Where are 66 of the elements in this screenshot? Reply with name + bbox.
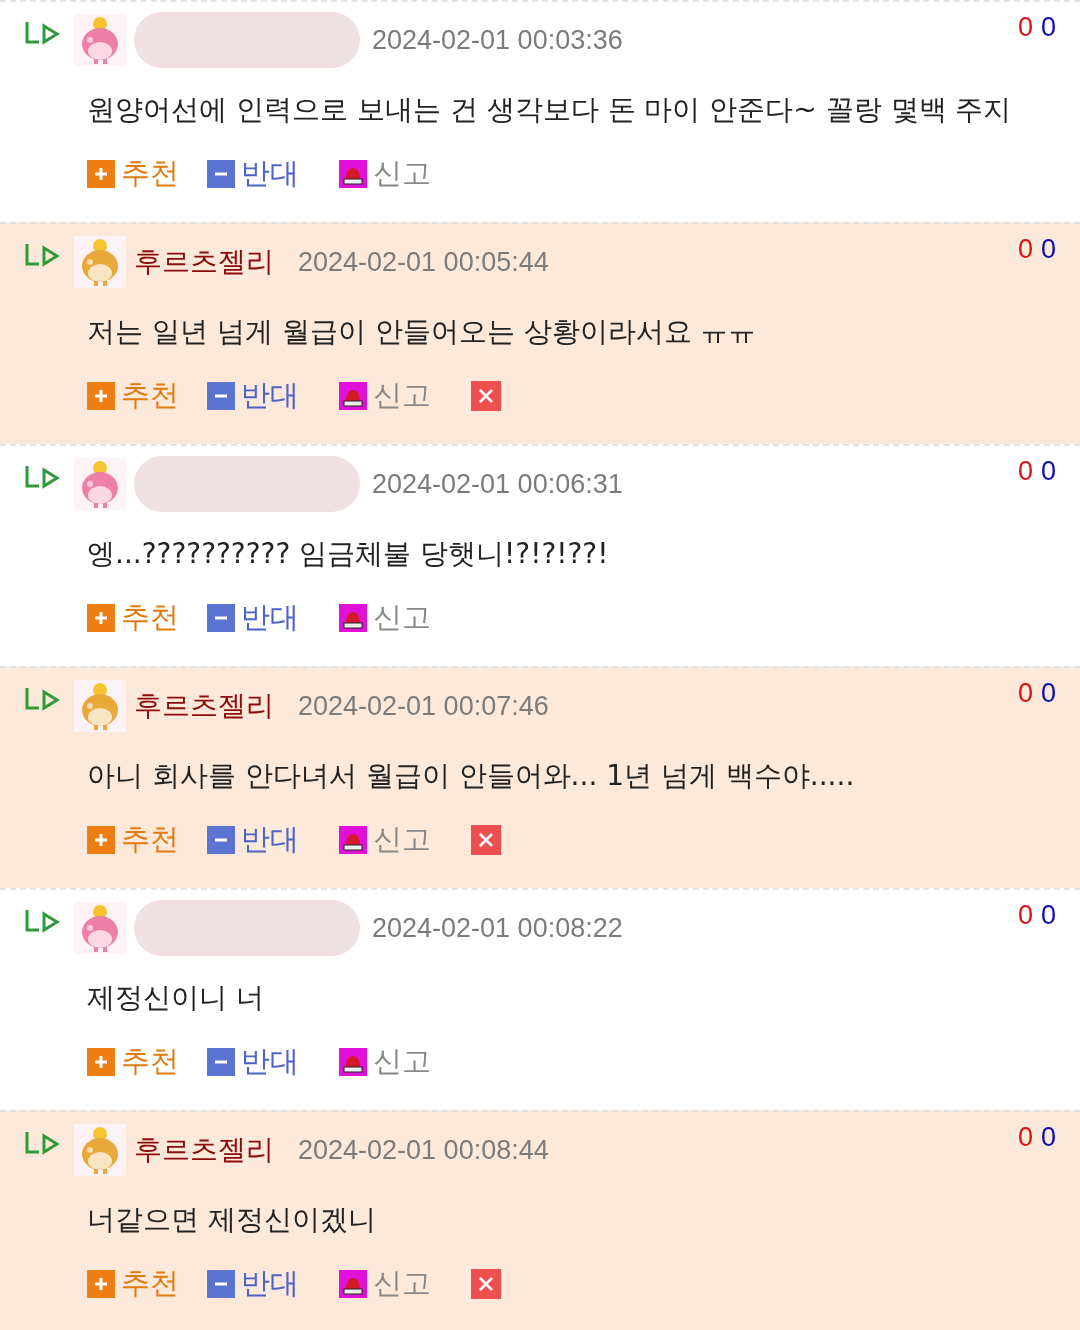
- comment-text: 저는 일년 넘게 월급이 안들어오는 상황이라서요 ㅠㅠ: [87, 314, 758, 350]
- recommend-button[interactable]: 추천: [87, 1264, 179, 1304]
- dislike-count: 0: [1040, 12, 1056, 43]
- report-button[interactable]: 신고: [339, 1264, 431, 1304]
- timestamp: 2024-02-01 00:08:22: [372, 912, 623, 944]
- oppose-button[interactable]: 반대: [207, 1264, 299, 1304]
- timestamp: 2024-02-01 00:03:36: [372, 24, 623, 56]
- oppose-button[interactable]: 반대: [207, 376, 299, 416]
- report-button[interactable]: 신고: [339, 154, 431, 194]
- minus-icon: [207, 826, 235, 854]
- timestamp: 2024-02-01 00:07:46: [298, 690, 549, 722]
- minus-icon: [207, 382, 235, 410]
- recommend-button[interactable]: 추천: [87, 1042, 179, 1082]
- delete-icon[interactable]: [471, 381, 501, 411]
- comment-text: 너같으면 제정신이겠니: [87, 1202, 377, 1238]
- siren-icon: [339, 1270, 367, 1298]
- delete-icon[interactable]: [471, 825, 501, 855]
- comment-text: 아니 회사를 안다녀서 월급이 안들어와... 1년 넘게 백수야.....: [87, 758, 856, 794]
- siren-icon: [339, 1048, 367, 1076]
- comment-text: 제정신이니 너: [87, 980, 265, 1016]
- plus-icon: [87, 382, 115, 410]
- oppose-button[interactable]: 반대: [207, 820, 299, 860]
- siren-icon: [339, 826, 367, 854]
- minus-icon: [207, 1270, 235, 1298]
- plus-icon: [87, 160, 115, 188]
- like-count: 0: [1017, 12, 1033, 43]
- minus-icon: [207, 1048, 235, 1076]
- plus-icon: [87, 826, 115, 854]
- timestamp: 2024-02-01 00:06:31: [372, 468, 623, 500]
- comment-text: 원양어선에 인력으로 보내는 건 생각보다 돈 마이 안준다~ 꼴랑 몇백 주지: [87, 92, 1013, 128]
- dislike-count: 0: [1040, 1122, 1056, 1153]
- username[interactable]: 후르츠젤리: [134, 243, 274, 281]
- siren-icon: [339, 382, 367, 410]
- siren-icon: [339, 604, 367, 632]
- oppose-button[interactable]: 반대: [207, 154, 299, 194]
- recommend-button[interactable]: 추천: [87, 820, 179, 860]
- plus-icon: [87, 1270, 115, 1298]
- recommend-button[interactable]: 추천: [87, 598, 179, 638]
- report-button[interactable]: 신고: [339, 820, 431, 860]
- delete-icon[interactable]: [471, 1269, 501, 1299]
- oppose-button[interactable]: 반대: [207, 1042, 299, 1082]
- report-button[interactable]: 신고: [339, 376, 431, 416]
- username[interactable]: 후르츠젤리: [134, 687, 274, 725]
- like-count: 0: [1017, 900, 1033, 931]
- recommend-button[interactable]: 추천: [87, 376, 179, 416]
- like-count: 0: [1017, 234, 1033, 265]
- minus-icon: [207, 604, 235, 632]
- minus-icon: [207, 160, 235, 188]
- username[interactable]: 후르츠젤리: [134, 1131, 274, 1169]
- plus-icon: [87, 604, 115, 632]
- like-count: 0: [1017, 678, 1033, 709]
- comment-text: 엥...?????????? 임금체불 당햇니!?!?!??!: [87, 536, 610, 572]
- like-count: 0: [1017, 1122, 1033, 1153]
- dislike-count: 0: [1040, 234, 1056, 265]
- plus-icon: [87, 1048, 115, 1076]
- recommend-button[interactable]: 추천: [87, 154, 179, 194]
- dislike-count: 0: [1040, 900, 1056, 931]
- siren-icon: [339, 160, 367, 188]
- report-button[interactable]: 신고: [339, 598, 431, 638]
- oppose-button[interactable]: 반대: [207, 598, 299, 638]
- dislike-count: 0: [1040, 456, 1056, 487]
- report-button[interactable]: 신고: [339, 1042, 431, 1082]
- timestamp: 2024-02-01 00:08:44: [298, 1134, 549, 1166]
- dislike-count: 0: [1040, 678, 1056, 709]
- like-count: 0: [1017, 456, 1033, 487]
- timestamp: 2024-02-01 00:05:44: [298, 246, 549, 278]
